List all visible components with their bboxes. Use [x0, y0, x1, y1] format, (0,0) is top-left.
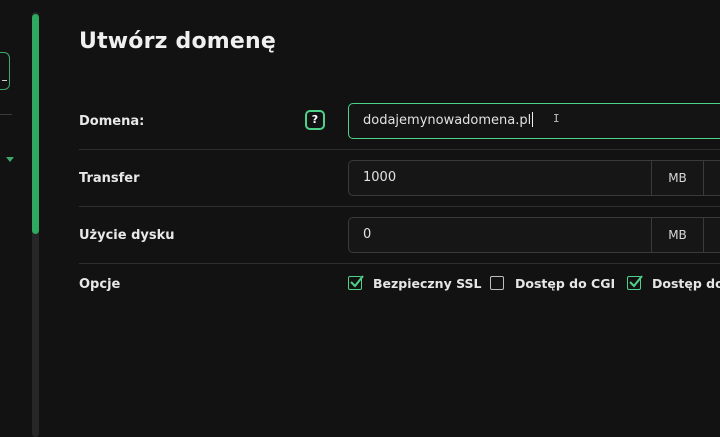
- row-divider: [79, 149, 720, 150]
- sidebar-menu-item[interactable]: [0, 52, 10, 90]
- sidebar-divider: [0, 114, 12, 115]
- ssl-checkbox[interactable]: [348, 275, 364, 290]
- ssl-option-label[interactable]: Bezpieczny SSL: [373, 276, 481, 291]
- p-access-checkbox[interactable]: [627, 275, 643, 290]
- chevron-down-icon[interactable]: [6, 157, 14, 162]
- disk-usage-input[interactable]: 0: [348, 217, 652, 253]
- scrollbar-thumb[interactable]: [32, 14, 39, 234]
- text-cursor-icon: I: [553, 112, 560, 125]
- p-access-option-label[interactable]: Dostęp do P: [652, 276, 720, 291]
- row-divider: [79, 206, 720, 207]
- text-caret: [532, 112, 534, 127]
- checkmark-icon: [350, 275, 364, 288]
- disk-usage-unit-dropdown[interactable]: [704, 217, 720, 253]
- options-label: Opcje: [79, 277, 121, 292]
- transfer-unit-dropdown[interactable]: [704, 160, 720, 196]
- domain-help-button[interactable]: ?: [305, 110, 325, 130]
- sidebar: [0, 0, 32, 437]
- create-domain-page: Utwórz domenę Domena: ? dodajemynowadome…: [0, 0, 720, 437]
- page-title: Utwórz domenę: [79, 29, 277, 54]
- disk-usage-label: Użycie dysku: [79, 228, 175, 243]
- domain-input[interactable]: dodajemynowadomena.pl: [348, 103, 720, 139]
- disk-usage-unit: MB: [652, 217, 704, 253]
- transfer-input[interactable]: 1000: [348, 160, 652, 196]
- row-divider: [79, 263, 720, 264]
- cgi-checkbox[interactable]: [490, 276, 504, 290]
- domain-input-value: dodajemynowadomena.pl: [363, 113, 532, 128]
- transfer-unit: MB: [652, 160, 704, 196]
- cgi-option-label[interactable]: Dostęp do CGI: [515, 276, 615, 291]
- domain-label: Domena:: [79, 114, 145, 129]
- checkmark-icon: [629, 275, 643, 288]
- transfer-label: Transfer: [79, 171, 140, 186]
- sidebar-item-icon: [2, 80, 7, 81]
